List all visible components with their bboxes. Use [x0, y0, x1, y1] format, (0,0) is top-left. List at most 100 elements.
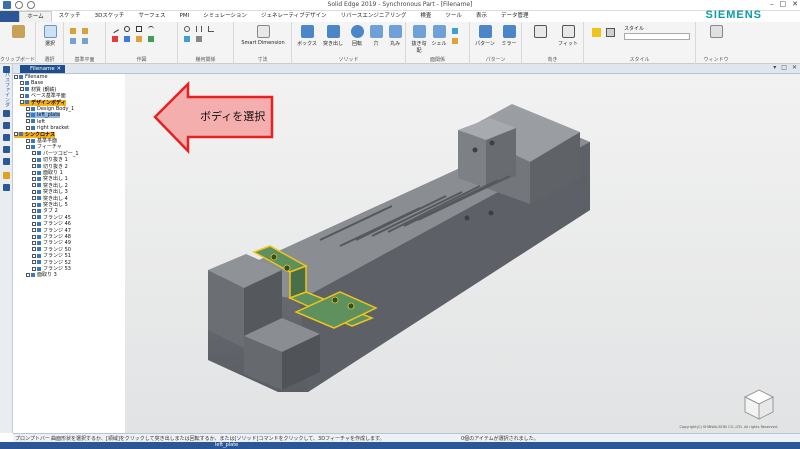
tree-item[interactable]: 面取り 3 — [26, 272, 57, 278]
arc-icon[interactable] — [148, 26, 154, 32]
tab-home[interactable]: ホーム — [19, 11, 52, 22]
tree-item[interactable]: フランジ 50 — [32, 247, 71, 253]
tree-item[interactable]: タブ 2 — [32, 208, 58, 214]
tree-item[interactable]: 突き出し 4 — [32, 196, 68, 202]
tree-item[interactable]: シンクロナス — [14, 131, 56, 138]
tree-item[interactable]: フランジ 47 — [32, 228, 71, 234]
checkbox-icon[interactable] — [26, 144, 30, 149]
tree-item[interactable]: 切り抜き 2 — [32, 164, 68, 170]
layers-icon[interactable] — [3, 110, 10, 117]
checkbox-icon[interactable] — [32, 234, 36, 239]
checkbox-icon[interactable] — [14, 132, 18, 137]
checkbox-icon[interactable] — [26, 125, 30, 130]
circle-icon[interactable] — [124, 26, 130, 32]
tree-item[interactable]: 材質 (鋼鉄) — [20, 87, 57, 93]
checkbox-icon[interactable] — [32, 196, 36, 201]
checkbox-icon[interactable] — [32, 208, 36, 213]
close-icon[interactable]: ✕ — [792, 0, 798, 8]
checkbox-icon[interactable] — [26, 272, 30, 277]
select-button[interactable]: 選択 — [40, 25, 60, 47]
checkbox-icon[interactable] — [32, 221, 36, 226]
checkbox-icon[interactable] — [32, 183, 36, 188]
tree-item[interactable]: 突き出し 3 — [32, 189, 68, 195]
close-view-icon[interactable]: ✕ — [792, 64, 797, 71]
line-icon[interactable] — [110, 24, 120, 34]
checkbox-icon[interactable] — [32, 240, 36, 245]
checkbox-icon[interactable] — [32, 247, 36, 252]
tab-data-management[interactable]: データ管理 — [494, 11, 536, 22]
tree-item[interactable]: left — [26, 119, 45, 125]
trim-icon[interactable] — [112, 36, 118, 42]
tree-item[interactable]: Filename — [14, 74, 48, 80]
checkbox-icon[interactable] — [32, 228, 36, 233]
parallel-icon[interactable] — [196, 26, 202, 32]
checkbox-icon[interactable] — [26, 112, 30, 117]
top-cube-left[interactable] — [458, 130, 486, 188]
extend-icon[interactable] — [124, 36, 130, 42]
tree-item[interactable]: ベース基準平面 — [20, 93, 66, 99]
switch-window-button[interactable] — [704, 25, 728, 40]
plane-icon[interactable] — [82, 38, 88, 44]
tree-item[interactable]: Base — [20, 80, 43, 86]
tree-item[interactable]: フィーチャ — [26, 144, 62, 150]
mirror-button[interactable]: ミラー — [498, 25, 520, 47]
tree-item[interactable]: 突き出し 1 — [32, 176, 68, 182]
tab-tools[interactable]: ツール — [438, 11, 469, 22]
tree-item[interactable]: left_plate — [26, 112, 61, 119]
paste-button[interactable] — [6, 25, 30, 40]
smart-dimension-button[interactable]: Smart Dimension — [238, 25, 288, 46]
face-relate-icon[interactable] — [452, 28, 458, 34]
draft-button[interactable]: 抜き勾配 — [410, 25, 428, 54]
checkbox-icon[interactable] — [32, 151, 36, 156]
offset-icon[interactable] — [148, 36, 154, 42]
checkbox-icon[interactable] — [32, 215, 36, 220]
concentric-icon[interactable] — [184, 26, 190, 32]
caret-down-icon[interactable]: ▾ — [773, 64, 776, 71]
part-painter-icon[interactable] — [592, 28, 601, 37]
library-icon[interactable] — [3, 134, 10, 141]
checkbox-icon[interactable] — [32, 176, 36, 181]
shell-button[interactable]: シェル — [430, 25, 448, 47]
family-icon[interactable] — [3, 146, 10, 153]
checkbox-icon[interactable] — [20, 100, 24, 105]
face-relate-icon[interactable] — [452, 38, 458, 44]
view-orient-button[interactable] — [526, 25, 554, 40]
lock-icon[interactable] — [196, 36, 202, 42]
hole-button[interactable]: 穴 — [368, 25, 384, 47]
checkbox-icon[interactable] — [32, 157, 36, 162]
tree-item[interactable]: フランジ 45 — [32, 215, 71, 221]
teamcenter-icon[interactable] — [3, 158, 10, 165]
rectangle-icon[interactable] — [136, 26, 142, 32]
checkbox-icon[interactable] — [20, 93, 24, 98]
tab-pmi[interactable]: PMI — [173, 11, 197, 22]
checkbox-icon[interactable] — [32, 202, 36, 207]
checkbox-icon[interactable] — [14, 74, 18, 79]
tree-item[interactable]: パーツコピー_1 — [32, 151, 79, 157]
view-cube-icon[interactable] — [741, 386, 777, 422]
tree-item[interactable]: 基準平面 — [26, 138, 57, 144]
tree-item[interactable]: フランジ 53 — [32, 266, 71, 272]
tree-item[interactable]: 突き出し 2 — [32, 183, 68, 189]
extrude-button[interactable]: 突き出し — [320, 25, 346, 47]
checkbox-icon[interactable] — [32, 266, 36, 271]
tab-sketch[interactable]: スケッチ — [52, 11, 88, 22]
tangent-icon[interactable] — [184, 36, 190, 42]
plane-icon[interactable] — [70, 28, 76, 34]
tree-item[interactable]: デザインボディ — [20, 99, 66, 106]
checkbox-icon[interactable] — [26, 119, 30, 124]
tab-3d-sketch[interactable]: 3Dスケッチ — [88, 11, 132, 22]
restore-icon[interactable]: □ — [781, 64, 787, 71]
fillet-icon[interactable] — [136, 36, 142, 42]
key-icon[interactable] — [3, 172, 10, 179]
checkbox-icon[interactable] — [32, 170, 36, 175]
tree-item[interactable]: right bracket — [26, 125, 69, 131]
checkbox-icon[interactable] — [26, 138, 30, 143]
tab-generative-design[interactable]: ジェネレーティブデザイン — [254, 11, 334, 22]
tree-item[interactable]: フランジ 51 — [32, 253, 71, 259]
pattern-button[interactable]: パターン — [474, 25, 496, 47]
checkbox-icon[interactable] — [26, 106, 30, 111]
tab-file[interactable] — [0, 11, 20, 22]
tab-inspect[interactable]: 検査 — [413, 11, 438, 22]
tree-item[interactable]: フランジ 52 — [32, 260, 71, 266]
round-button[interactable]: 丸み — [386, 25, 404, 47]
